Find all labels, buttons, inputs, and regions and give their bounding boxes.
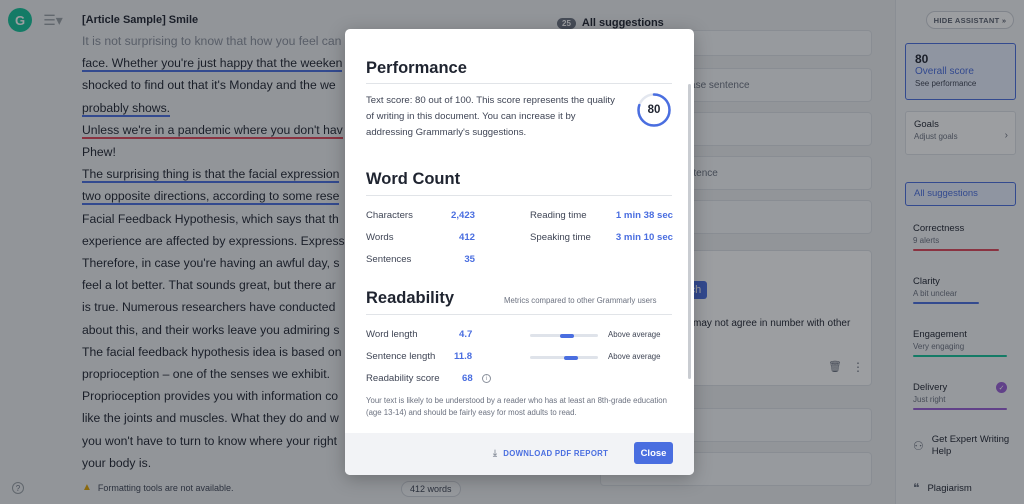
performance-modal: Performance Text score: 80 out of 100. T… (345, 29, 694, 475)
word-length-track (530, 333, 598, 338)
modal-footer: ⤓ DOWNLOAD PDF REPORT Close (345, 433, 694, 475)
divider (366, 314, 672, 315)
modal-scrollbar[interactable] (688, 84, 691, 379)
word-count-title: Word Count (366, 170, 461, 188)
divider (366, 195, 672, 196)
readability-score-value: 68 (462, 373, 473, 384)
words-label: Words (366, 232, 394, 243)
divider (366, 83, 672, 84)
sentence-length-value: 11.8 (454, 351, 473, 362)
sentence-length-marker (563, 355, 578, 360)
sentences-label: Sentences (366, 254, 412, 265)
sentence-length-track (530, 355, 598, 360)
download-pdf-button[interactable]: ⤓ DOWNLOAD PDF REPORT (493, 448, 608, 459)
word-length-label: Word length (366, 329, 418, 340)
speaking-time-value: 3 min 10 sec (615, 232, 673, 243)
readability-note: Metrics compared to other Grammarly user… (504, 296, 657, 305)
sentence-length-compare: Above average (608, 352, 661, 361)
info-icon[interactable]: i (482, 374, 491, 383)
characters-label: Characters (366, 210, 413, 221)
performance-title: Performance (366, 59, 467, 77)
performance-text: Text score: 80 out of 100. This score re… (366, 95, 615, 138)
reading-time-label: Reading time (530, 210, 587, 221)
download-icon: ⤓ (493, 448, 498, 458)
characters-value: 2,423 (450, 210, 475, 221)
word-length-marker (560, 333, 575, 338)
performance-score-value: 80 (647, 104, 661, 116)
speaking-time-label: Speaking time (530, 232, 591, 243)
readability-description: Your text is likely to be understood by … (366, 396, 667, 417)
words-value: 412 (458, 232, 475, 243)
word-length-compare: Above average (608, 330, 661, 339)
sentence-length-label: Sentence length (366, 351, 436, 362)
close-button[interactable]: Close (634, 442, 673, 464)
sentences-value: 35 (464, 254, 475, 265)
readability-title: Readability (366, 289, 455, 307)
word-length-value: 4.7 (459, 329, 473, 340)
readability-score-label: Readability score (366, 373, 440, 384)
reading-time-value: 1 min 38 sec (615, 210, 673, 221)
modal-body[interactable]: Performance Text score: 80 out of 100. T… (345, 29, 694, 433)
